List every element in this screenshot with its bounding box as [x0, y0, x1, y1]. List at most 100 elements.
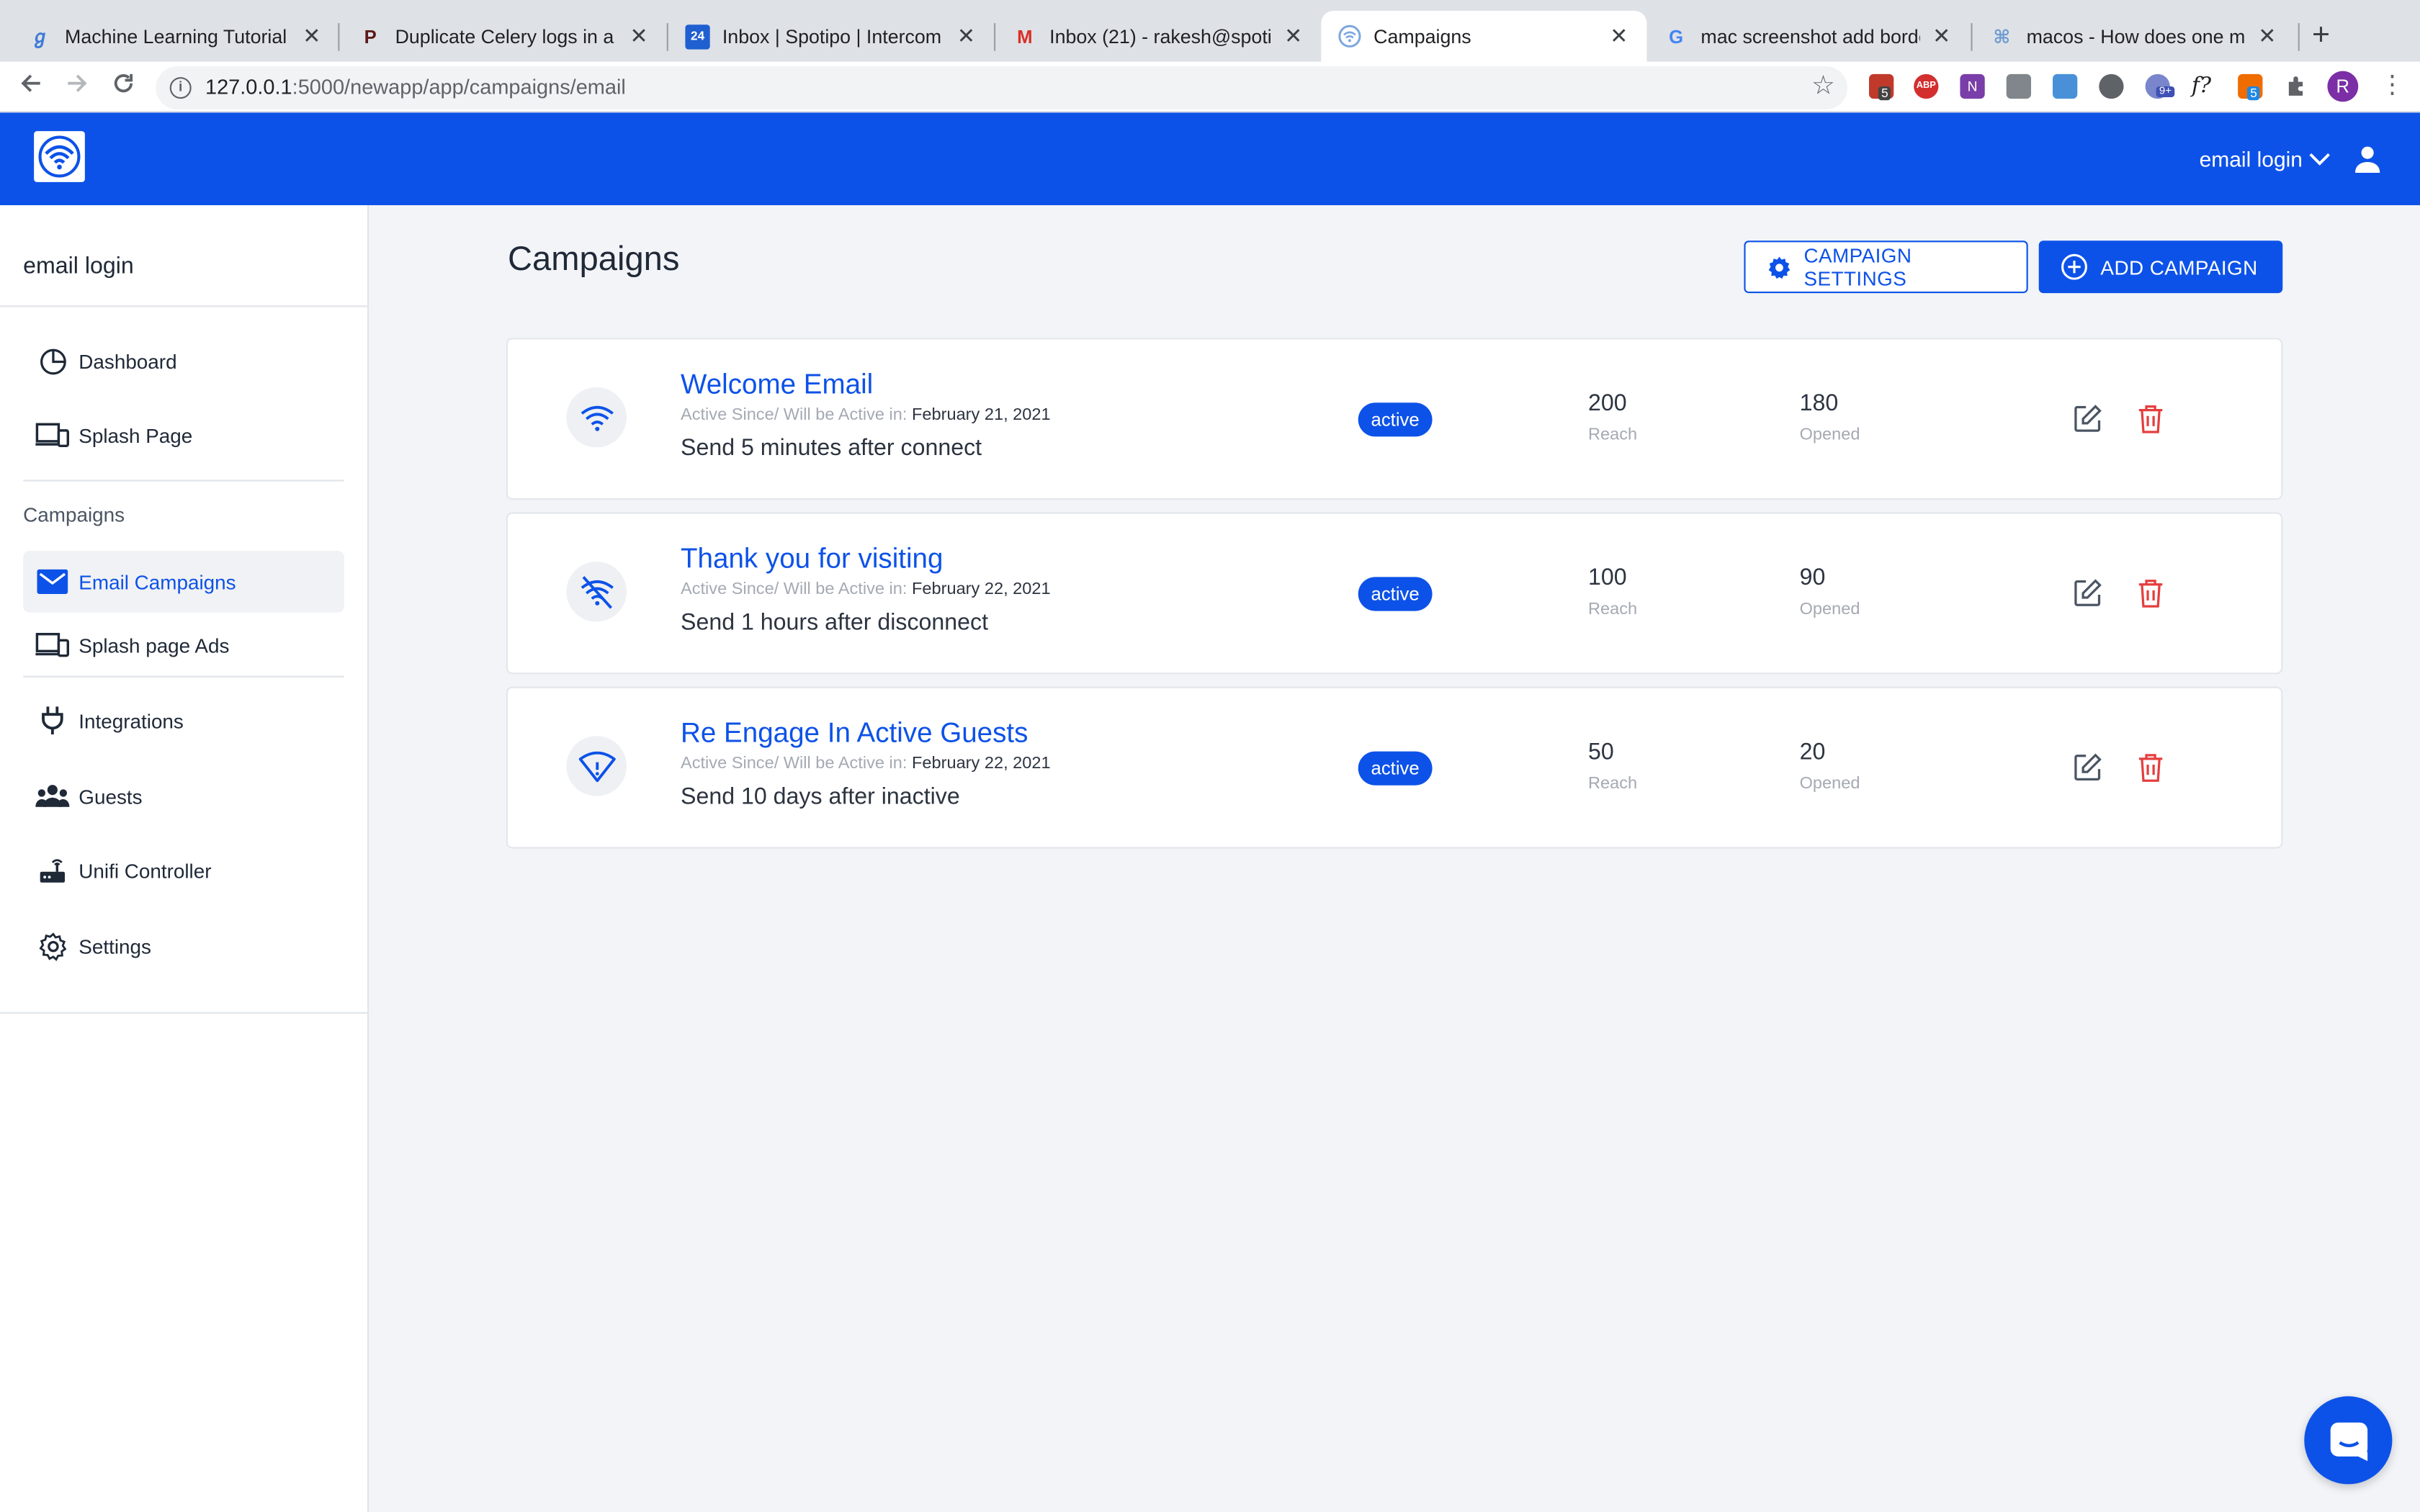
- browser-tab[interactable]: 24 Inbox | Spotipo | Intercom ✕: [670, 11, 994, 62]
- tab-title: mac screenshot add border: [1700, 25, 1920, 48]
- campaign-settings-label: CAMPAIGN SETTINGS: [1803, 243, 1912, 290]
- wifi-off-icon: [566, 562, 627, 622]
- close-tab-icon[interactable]: ✕: [627, 23, 651, 49]
- campaign-active-since: Active Since/ Will be Active in: Februar…: [681, 580, 1051, 599]
- page-title: Campaigns: [508, 239, 680, 278]
- extension-icon[interactable]: [2006, 73, 2031, 99]
- google-icon: G: [1669, 25, 1684, 48]
- sidebar-item-label: Dashboard: [79, 349, 177, 373]
- site-info-icon[interactable]: i: [169, 77, 192, 99]
- campaign-name-link[interactable]: Welcome Email: [681, 369, 873, 401]
- browser-toolbar: i 127.0.0.1:5000/newapp/app/campaigns/em…: [0, 61, 2420, 113]
- edit-icon[interactable]: [2073, 579, 2102, 616]
- plus-circle-icon: [2061, 253, 2087, 280]
- forward-icon[interactable]: [65, 71, 89, 104]
- chat-launcher-button[interactable]: [2304, 1396, 2393, 1485]
- edit-icon[interactable]: [2073, 404, 2102, 441]
- extension-icon[interactable]: [2099, 73, 2124, 99]
- divider: [23, 675, 344, 678]
- reach-count: 50: [1588, 739, 1614, 765]
- user-menu[interactable]: email login: [2200, 147, 2331, 171]
- trash-icon[interactable]: [2138, 753, 2164, 790]
- chevron-down-icon: [2309, 153, 2330, 166]
- close-tab-icon[interactable]: ✕: [1607, 23, 1631, 49]
- tab-favicon-icon: ⌘: [1993, 25, 2011, 48]
- extension-icon[interactable]: 5: [1869, 73, 1894, 101]
- close-tab-icon[interactable]: ✕: [1281, 23, 1306, 49]
- campaign-trigger: Send 1 hours after disconnect: [681, 609, 989, 636]
- wifi-favicon-icon: [1337, 24, 1361, 48]
- status-badge: active: [1358, 577, 1433, 611]
- tab-favicon-icon: ℊ: [30, 26, 50, 48]
- close-tab-icon[interactable]: ✕: [2255, 23, 2280, 49]
- address-bar[interactable]: i 127.0.0.1:5000/newapp/app/campaigns/em…: [156, 66, 1848, 110]
- gmail-icon: M: [1017, 25, 1033, 48]
- browser-tab-bar: ℊ Machine Learning Tutorial fo ✕ P Dupli…: [0, 0, 2420, 62]
- campaign-name-link[interactable]: Re Engage In Active Guests: [681, 717, 1028, 750]
- campaign-card: Thank you for visiting Active Since/ Wil…: [506, 512, 2283, 675]
- add-campaign-button[interactable]: ADD CAMPAIGN: [2038, 240, 2283, 294]
- campaign-card: Welcome Email Active Since/ Will be Acti…: [506, 338, 2283, 500]
- extension-icon[interactable]: 9+: [2145, 73, 2175, 99]
- campaign-card: Re Engage In Active Guests Active Since/…: [506, 686, 2283, 849]
- close-tab-icon[interactable]: ✕: [1930, 23, 1954, 49]
- browser-menu-icon[interactable]: ⋮: [2380, 69, 2404, 100]
- reach-label: Reach: [1588, 774, 1638, 793]
- trash-icon[interactable]: [2138, 579, 2164, 616]
- tab-title: Machine Learning Tutorial fo: [65, 25, 290, 48]
- campaign-trigger: Send 5 minutes after connect: [681, 435, 982, 462]
- extension-icon[interactable]: [2053, 73, 2078, 99]
- sidebar-item-label: Splash Page: [79, 423, 193, 447]
- mail-icon: [34, 569, 71, 594]
- trash-icon[interactable]: [2138, 404, 2164, 441]
- browser-tab[interactable]: G mac screenshot add border ✕: [1649, 11, 1970, 62]
- sidebar-title: email login: [23, 253, 134, 279]
- onenote-icon[interactable]: N: [1960, 73, 1985, 99]
- campaign-trigger: Send 10 days after inactive: [681, 783, 960, 810]
- user-account-icon[interactable]: [2352, 143, 2383, 182]
- opened-count: 90: [1799, 564, 1826, 591]
- wifi-alert-icon: [566, 736, 627, 796]
- edit-icon[interactable]: [2073, 753, 2102, 790]
- campaign-name-link[interactable]: Thank you for visiting: [681, 543, 943, 575]
- browser-tab[interactable]: ⌘ macos - How does one make ✕: [1974, 11, 2295, 62]
- close-tab-icon[interactable]: ✕: [954, 23, 978, 49]
- formula-icon[interactable]: f?: [2192, 74, 2216, 99]
- add-campaign-label: ADD CAMPAIGN: [2100, 255, 2258, 279]
- reload-icon[interactable]: [111, 71, 135, 104]
- browser-tab[interactable]: P Duplicate Celery logs in a Fla ✕: [343, 11, 667, 62]
- gear-icon: [1768, 256, 1791, 279]
- adblock-icon[interactable]: ABP: [1914, 73, 1939, 99]
- app-header: email login: [0, 112, 2420, 205]
- sidebar-item-guests[interactable]: Guests: [23, 765, 344, 827]
- sidebar-item-label: Settings: [79, 934, 151, 958]
- puzzle-icon[interactable]: [2284, 74, 2308, 99]
- browser-tab[interactable]: M Inbox (21) - rakesh@spotipo ✕: [997, 11, 1321, 62]
- pie-chart-icon: [34, 346, 71, 376]
- close-tab-icon[interactable]: ✕: [300, 23, 324, 49]
- back-icon[interactable]: [19, 71, 43, 104]
- sidebar-item-integrations[interactable]: Integrations: [23, 690, 344, 752]
- tab-title: macos - How does one make: [2026, 25, 2246, 48]
- bookmark-star-icon[interactable]: ☆: [1811, 71, 1835, 102]
- sidebar-item-dashboard[interactable]: Dashboard: [23, 330, 344, 392]
- devices-icon: [34, 421, 71, 449]
- profile-avatar[interactable]: R: [2327, 71, 2359, 102]
- browser-tab[interactable]: ℊ Machine Learning Tutorial fo ✕: [12, 11, 339, 62]
- opened-count: 180: [1799, 390, 1839, 417]
- app-logo[interactable]: [34, 131, 85, 182]
- sidebar-item-splash-page[interactable]: Splash Page: [23, 404, 344, 466]
- status-badge: active: [1358, 402, 1433, 437]
- browser-tab-active[interactable]: Campaigns ✕: [1321, 11, 1647, 62]
- sidebar-item-splash-page-ads[interactable]: Splash page Ads: [23, 614, 344, 676]
- new-tab-icon[interactable]: +: [2312, 19, 2330, 54]
- extension-icon[interactable]: 5: [2238, 73, 2263, 101]
- reach-label: Reach: [1588, 426, 1638, 445]
- sidebar-item-unifi-controller[interactable]: Unifi Controller: [23, 840, 344, 901]
- sidebar-item-label: Guests: [79, 784, 143, 808]
- user-menu-label: email login: [2199, 146, 2303, 171]
- sidebar-item-email-campaigns[interactable]: Email Campaigns: [23, 551, 344, 613]
- sidebar-item-settings[interactable]: Settings: [23, 915, 344, 977]
- reach-label: Reach: [1588, 600, 1638, 619]
- campaign-settings-button[interactable]: CAMPAIGN SETTINGS: [1744, 240, 2028, 294]
